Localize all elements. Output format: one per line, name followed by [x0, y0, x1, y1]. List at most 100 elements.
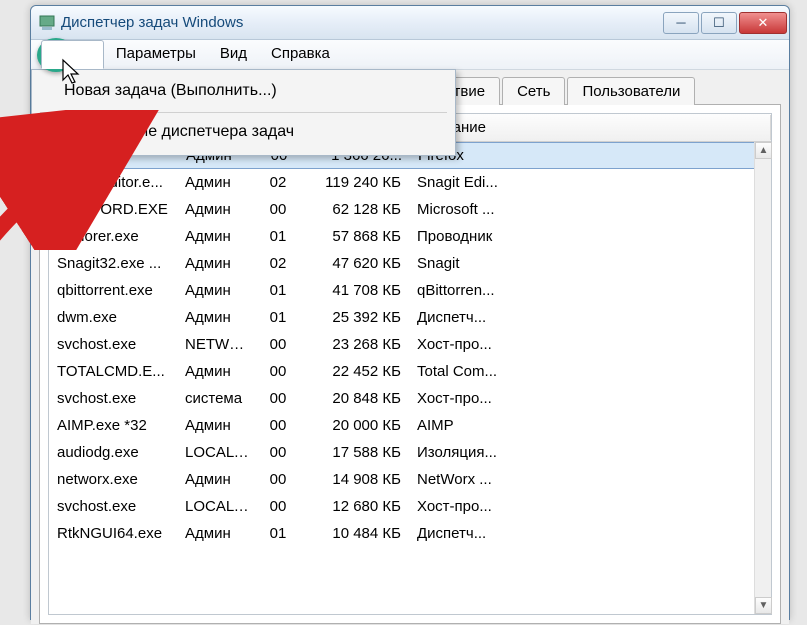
cell: RtkNGUI64.exe: [49, 522, 177, 545]
col-description[interactable]: Описание: [409, 115, 771, 140]
cursor-icon: [61, 58, 83, 86]
cell: Snagit: [409, 252, 771, 275]
cell: 00: [257, 333, 299, 356]
app-icon: [39, 15, 55, 31]
cell: Диспетч...: [409, 306, 771, 329]
cell: Изоляция...: [409, 441, 771, 464]
scroll-up-icon[interactable]: ▲: [755, 142, 772, 159]
scroll-down-icon[interactable]: ▼: [755, 597, 772, 614]
cell: 10 484 КБ: [299, 522, 409, 545]
process-row[interactable]: WINWORD.EXEАдмин0062 128 КБMicrosoft ...: [49, 196, 771, 223]
cell: Хост-про...: [409, 495, 771, 518]
cell: Админ: [177, 306, 257, 329]
cell: Админ: [177, 171, 257, 194]
cell: 00: [257, 414, 299, 437]
cell: Total Com...: [409, 360, 771, 383]
cell: qBittorren...: [409, 279, 771, 302]
process-row[interactable]: qbittorrent.exeАдмин0141 708 КБqBittorre…: [49, 277, 771, 304]
cell: 47 620 КБ: [299, 252, 409, 275]
process-row[interactable]: RtkNGUI64.exeАдмин0110 484 КБДиспетч...: [49, 520, 771, 547]
listview-body: firefox.exeАдмин001 366 26...FirefoxSnag…: [49, 142, 771, 547]
cell: 00: [257, 441, 299, 464]
cell: 01: [257, 306, 299, 329]
process-row[interactable]: networx.exeАдмин0014 908 КБNetWorx ...: [49, 466, 771, 493]
window-title: Диспетчер задач Windows: [61, 14, 663, 31]
cell: Админ: [177, 468, 257, 491]
process-row[interactable]: audiodg.exeLOCAL ...0017 588 КБИзоляция.…: [49, 439, 771, 466]
cell: 14 908 КБ: [299, 468, 409, 491]
process-row[interactable]: svchost.exeсистема0020 848 КБХост-про...: [49, 385, 771, 412]
cell: система: [177, 387, 257, 410]
cell: 01: [257, 225, 299, 248]
process-row[interactable]: Snagit32.exe ...Админ0247 620 КБSnagit: [49, 250, 771, 277]
cell: 00: [257, 198, 299, 221]
cell: svchost.exe: [49, 333, 177, 356]
process-row[interactable]: AIMP.exe *32Админ0020 000 КБAIMP: [49, 412, 771, 439]
menu-item-new-task[interactable]: Новая задача (Выполнить...): [34, 74, 453, 110]
cell: 23 268 КБ: [299, 333, 409, 356]
cell: Админ: [177, 225, 257, 248]
cell: audiodg.exe: [49, 441, 177, 464]
cell: qbittorrent.exe: [49, 279, 177, 302]
process-row[interactable]: dwm.exeАдмин0125 392 КБДиспетч...: [49, 304, 771, 331]
cell: Админ: [177, 198, 257, 221]
cell: Диспетч...: [409, 522, 771, 545]
process-row[interactable]: TOTALCMD.E...Админ0022 452 КБTotal Com..…: [49, 358, 771, 385]
process-row[interactable]: explorer.exeАдмин0157 868 КБПроводник: [49, 223, 771, 250]
cell: dwm.exe: [49, 306, 177, 329]
cell: 01: [257, 522, 299, 545]
cell: Админ: [177, 279, 257, 302]
menu-item-exit[interactable]: Завершение диспетчера задач: [34, 115, 453, 151]
process-row[interactable]: SnagitEditor.e...Админ02119 240 КБSnagit…: [49, 169, 771, 196]
cell: AIMP.exe *32: [49, 414, 177, 437]
cell: Хост-про...: [409, 387, 771, 410]
menu-view[interactable]: Вид: [208, 40, 259, 69]
cell: Firefox: [410, 144, 770, 167]
cell: networx.exe: [49, 468, 177, 491]
cell: Snagit32.exe ...: [49, 252, 177, 275]
cell: 12 680 КБ: [299, 495, 409, 518]
cell: 41 708 КБ: [299, 279, 409, 302]
cell: 01: [257, 279, 299, 302]
cell: NETWO...: [177, 333, 257, 356]
cell: 20 848 КБ: [299, 387, 409, 410]
cell: 22 452 КБ: [299, 360, 409, 383]
cell: Админ: [177, 414, 257, 437]
minimize-button[interactable]: ─: [663, 12, 699, 34]
cell: 00: [257, 387, 299, 410]
cell: LOCAL ...: [177, 441, 257, 464]
cell: SnagitEditor.e...: [49, 171, 177, 194]
cell: NetWorx ...: [409, 468, 771, 491]
cell: svchost.exe: [49, 387, 177, 410]
cell: 00: [257, 468, 299, 491]
tab-network[interactable]: Сеть: [502, 77, 565, 105]
title-bar[interactable]: Диспетчер задач Windows ─ ☐ ✕: [31, 6, 789, 40]
cell: Snagit Edi...: [409, 171, 771, 194]
cell: 00: [257, 495, 299, 518]
cell: Хост-про...: [409, 333, 771, 356]
cell: svchost.exe: [49, 495, 177, 518]
cell: TOTALCMD.E...: [49, 360, 177, 383]
maximize-button[interactable]: ☐: [701, 12, 737, 34]
menu-options[interactable]: Параметры: [104, 40, 208, 69]
cell: 119 240 КБ: [299, 171, 409, 194]
cell: 00: [257, 360, 299, 383]
file-menu-dropdown: Новая задача (Выполнить...) Завершение д…: [31, 69, 456, 156]
cell: LOCAL ...: [177, 495, 257, 518]
cell: Админ: [177, 522, 257, 545]
cell: Microsoft ...: [409, 198, 771, 221]
taskmgr-window: Диспетчер задач Windows ─ ☐ ✕ Файл Парам…: [30, 5, 790, 620]
cell: 62 128 КБ: [299, 198, 409, 221]
tab-users[interactable]: Пользователи: [567, 77, 695, 105]
cell: 57 868 КБ: [299, 225, 409, 248]
process-listview[interactable]: Имя образа Пользо... ЦП Память (... Опис…: [48, 113, 772, 615]
tab-content: Имя образа Пользо... ЦП Память (... Опис…: [39, 104, 781, 624]
process-row[interactable]: svchost.exeNETWO...0023 268 КБХост-про..…: [49, 331, 771, 358]
cell: Админ: [177, 360, 257, 383]
cell: 17 588 КБ: [299, 441, 409, 464]
menu-help[interactable]: Справка: [259, 40, 342, 69]
process-row[interactable]: svchost.exeLOCAL ...0012 680 КБХост-про.…: [49, 493, 771, 520]
vertical-scrollbar[interactable]: ▲ ▼: [754, 142, 771, 614]
cell: WINWORD.EXE: [49, 198, 177, 221]
close-button[interactable]: ✕: [739, 12, 787, 34]
